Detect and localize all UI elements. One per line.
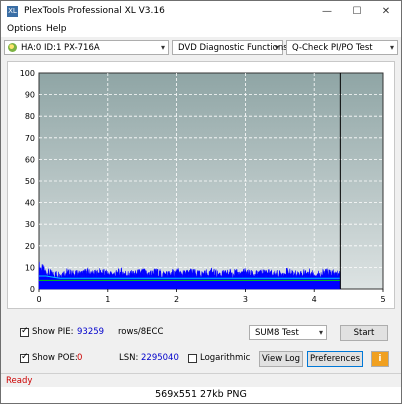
show-pie-label: Show PIE: (32, 327, 74, 337)
chevron-down-icon: ▾ (274, 43, 279, 52)
show-poe-checkbox[interactable] (20, 352, 29, 363)
x-tick-label: 4 (312, 295, 317, 304)
maximize-button[interactable]: ☐ (342, 1, 372, 22)
y-tick-label: 0 (30, 285, 35, 294)
sum8-test-select[interactable]: SUM8 Test ▾ (249, 325, 327, 340)
pie-value: 93259 (77, 327, 105, 337)
drive-icon (8, 43, 17, 52)
menu-bar: Options Help (1, 22, 401, 37)
function-select[interactable]: DVD Diagnostic Functions ▾ (172, 40, 288, 55)
app-window: XL PlexTools Professional XL V3.16 — ☐ ✕… (0, 0, 402, 404)
info-button[interactable]: i (371, 351, 389, 367)
preferences-button[interactable]: Preferences (307, 351, 363, 367)
y-tick-label: 70 (25, 134, 35, 143)
x-tick-label: 3 (243, 295, 248, 304)
lsn-label: LSN: (119, 353, 139, 363)
y-tick-label: 10 (25, 263, 35, 272)
image-caption: 569x551 27kb PNG (1, 387, 401, 403)
x-tick-label: 1 (105, 295, 110, 304)
chevron-down-icon: ▾ (318, 328, 323, 337)
function-select-value: DVD Diagnostic Functions (178, 43, 288, 53)
window-title: PlexTools Professional XL V3.16 (24, 6, 165, 16)
test-select[interactable]: Q-Check PI/PO Test ▾ (286, 40, 398, 55)
show-poe-label: Show POE: (32, 353, 78, 363)
minimize-button[interactable]: — (312, 1, 342, 22)
x-tick-label: 0 (36, 295, 41, 304)
title-bar: XL PlexTools Professional XL V3.16 — ☐ ✕ (1, 1, 401, 22)
y-tick-label: 30 (25, 220, 35, 229)
y-tick-label: 20 (25, 242, 35, 251)
test-select-value: Q-Check PI/PO Test (292, 43, 373, 53)
logarithmic-checkbox[interactable] (188, 354, 197, 363)
sum8-test-value: SUM8 Test (255, 328, 299, 338)
x-tick-label: 2 (174, 295, 179, 304)
pi-po-chart: 0 10 20 30 40 50 60 70 80 90 100 0 1 2 3 4 5 (20, 69, 386, 304)
status-text: Ready (6, 376, 33, 386)
drive-select-value: HA:0 ID:1 PX-716A (21, 43, 100, 53)
lsn-value: 2295040 (141, 353, 179, 363)
plextools-logo-icon: XL (7, 6, 18, 17)
view-log-button[interactable]: View Log (259, 351, 303, 367)
y-tick-label: 60 (25, 155, 35, 164)
drive-select[interactable]: HA:0 ID:1 PX-716A ▾ (4, 40, 169, 55)
y-tick-label: 90 (25, 91, 35, 100)
info-icon: i (378, 354, 382, 364)
y-tick-label: 50 (25, 177, 35, 186)
y-tick-label: 100 (20, 69, 35, 78)
chart-panel: 0 10 20 30 40 50 60 70 80 90 100 0 1 2 3 4 5 (7, 61, 395, 309)
toolbar: HA:0 ID:1 PX-716A ▾ DVD Diagnostic Funct… (1, 37, 401, 60)
y-tick-label: 40 (25, 199, 35, 208)
poe-value: 0 (77, 353, 83, 363)
close-button[interactable]: ✕ (371, 1, 401, 22)
logarithmic-label: Logarithmic (200, 353, 251, 363)
start-button[interactable]: Start (340, 325, 388, 341)
y-tick-label: 80 (25, 112, 35, 121)
status-bar: Ready (1, 373, 401, 388)
menu-options[interactable]: Options (7, 24, 42, 34)
x-tick-label: 5 (380, 295, 385, 304)
menu-help[interactable]: Help (46, 24, 67, 34)
rows-label: rows/8ECC (118, 327, 164, 337)
chevron-down-icon: ▾ (160, 43, 165, 52)
chevron-down-icon: ▾ (389, 43, 394, 52)
show-pie-checkbox[interactable] (20, 326, 29, 337)
